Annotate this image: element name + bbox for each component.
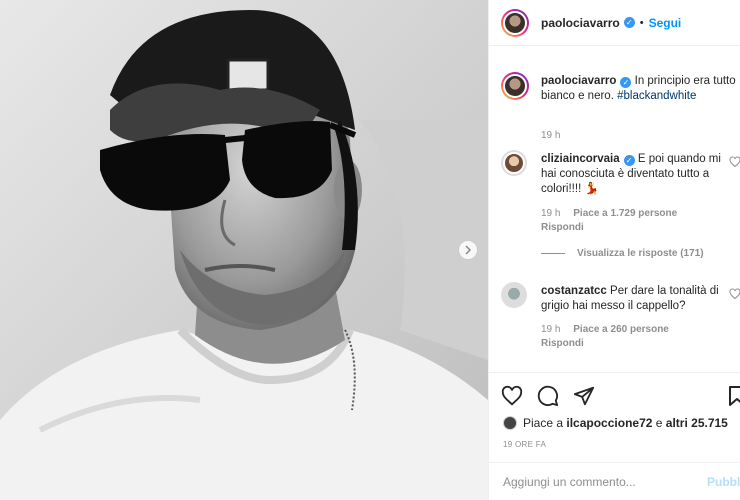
caption-avatar[interactable] xyxy=(501,72,529,100)
likes-others[interactable]: altri 25.715 xyxy=(666,416,728,430)
caption-username[interactable]: paolociavarro xyxy=(541,75,616,87)
post-side-panel: paolociavarro ✓ • Segui paolociavarro ✓ I… xyxy=(488,0,740,500)
add-comment-bar: Pubblica xyxy=(489,462,740,500)
comment-likes[interactable]: Piace a 1.729 persone xyxy=(573,208,677,219)
author-username[interactable]: paolociavarro xyxy=(541,16,620,30)
replies-divider xyxy=(541,252,565,254)
post-photo[interactable] xyxy=(0,0,488,500)
heart-icon[interactable] xyxy=(501,385,523,407)
view-replies-button[interactable]: Visualizza le risposte (171) xyxy=(541,248,704,259)
follow-button[interactable]: Segui xyxy=(649,16,682,30)
liker-username[interactable]: ilcapoccione72 xyxy=(566,416,652,430)
comment-username[interactable]: costanzatcc xyxy=(541,285,607,297)
caption: paolociavarro ✓ In principio era tutto bi… xyxy=(501,72,737,141)
hashtag-link[interactable]: #blackandwhite xyxy=(617,90,696,102)
comments-list[interactable]: paolociavarro ✓ In principio era tutto bi… xyxy=(489,60,740,372)
comment-meta: 19 h Piace a 1.729 persone xyxy=(541,208,687,219)
liker-avatar xyxy=(503,416,517,430)
commenter-avatar[interactable] xyxy=(501,282,527,308)
publish-button[interactable]: Pubblica xyxy=(707,475,740,489)
comment-text: cliziaincorvaia ✓ E poi quando mi hai con… xyxy=(541,152,737,197)
verified-badge-icon: ✓ xyxy=(623,155,635,166)
comment-heart-icon[interactable] xyxy=(729,156,740,168)
comment-item: costanzatcc Per dare la tonalità di grig… xyxy=(501,282,740,372)
verified-badge-icon: ✓ xyxy=(623,17,635,28)
next-image-button[interactable] xyxy=(458,240,478,260)
likes-summary[interactable]: Piace a ilcapoccione72 e altri 25.715 xyxy=(503,416,728,430)
chevron-right-icon xyxy=(465,245,472,255)
caption-text: paolociavarro ✓ In principio era tutto bi… xyxy=(541,74,737,104)
caption-time: 19 h xyxy=(541,130,561,141)
separator-dot: • xyxy=(639,16,644,29)
comment-time: 19 h xyxy=(541,324,561,335)
comment-username[interactable]: cliziaincorvaia xyxy=(541,153,620,165)
comment-time: 19 h xyxy=(541,208,561,219)
comment-heart-icon[interactable] xyxy=(729,288,740,300)
caption-meta: 19 h xyxy=(541,130,570,141)
comment-input[interactable] xyxy=(503,474,693,489)
post-header: paolociavarro ✓ • Segui xyxy=(489,0,740,46)
likes-mid: e xyxy=(655,416,663,430)
comment-icon[interactable] xyxy=(537,385,559,407)
verified-badge-icon: ✓ xyxy=(620,77,632,88)
reply-button[interactable]: Rispondi xyxy=(541,338,584,349)
share-icon[interactable] xyxy=(573,385,595,407)
action-icons xyxy=(501,385,595,407)
comment-item: cliziaincorvaia ✓ E poi quando mi hai con… xyxy=(501,150,740,270)
view-replies-label: Visualizza le risposte (171) xyxy=(577,248,704,259)
likes-prefix: Piace a xyxy=(523,416,564,430)
portrait-image xyxy=(0,0,488,500)
comment-likes[interactable]: Piace a 260 persone xyxy=(573,324,669,335)
comment-text: costanzatcc Per dare la tonalità di grig… xyxy=(541,284,737,314)
comment-meta: 19 h Piace a 260 persone xyxy=(541,324,679,335)
post-time: 19 ORE FA xyxy=(503,440,547,449)
author-avatar[interactable] xyxy=(501,8,529,37)
post-actions: Piace a ilcapoccione72 e altri 25.715 19… xyxy=(489,372,740,462)
bookmark-icon[interactable] xyxy=(727,385,740,407)
commenter-avatar[interactable] xyxy=(501,150,527,176)
reply-button[interactable]: Rispondi xyxy=(541,222,584,233)
